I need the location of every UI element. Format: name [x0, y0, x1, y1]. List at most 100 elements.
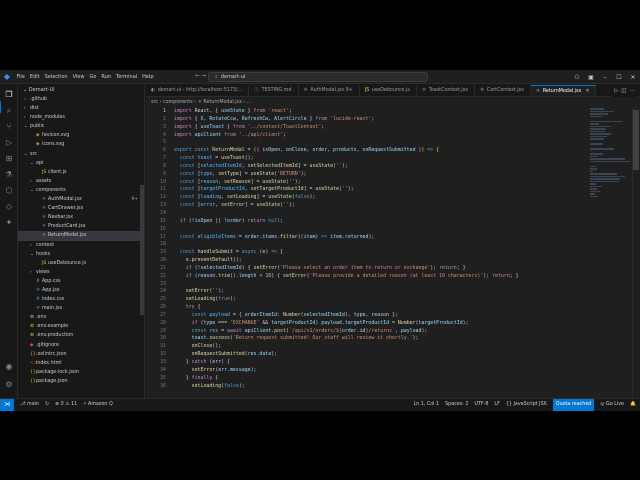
run-debug-icon[interactable]: ▷	[3, 137, 15, 149]
chat-icon[interactable]: ✦	[3, 217, 15, 229]
tree-item[interactable]: # index.css	[18, 295, 144, 304]
gear-icon[interactable]: ⚙	[3, 379, 15, 391]
tree-item[interactable]: › dist	[18, 104, 144, 113]
tree-item[interactable]: ⚙ .env	[18, 313, 144, 322]
editor-tab[interactable]: JS useDebounce.js	[360, 85, 417, 96]
menu-terminal[interactable]: Terminal	[114, 70, 140, 84]
editor-scrollbar[interactable]	[632, 108, 640, 398]
minimize-button[interactable]: –	[598, 74, 612, 81]
tree-item[interactable]: ⌄ components	[18, 186, 144, 195]
breadcrumb[interactable]: src › components › ⚛ ReturnModal.jsx › .…	[151, 98, 251, 107]
tree-item[interactable]: ⚛ Navbar.jsx	[18, 213, 144, 222]
menu-run[interactable]: Run	[99, 70, 114, 84]
tree-item[interactable]: ⚙ .env.example	[18, 322, 144, 331]
editor-tab[interactable]: ⓘ TESTING.md	[249, 85, 299, 96]
tree-item[interactable]: {}package-lock.json	[18, 368, 144, 377]
editor-tab[interactable]: ⚛ ReturnModal.jsx ✕	[531, 85, 597, 97]
code-line: 15 if (!isOpen || !order) return null;	[146, 218, 590, 226]
line-number: 2	[163, 115, 166, 122]
code-text: const handleSubmit = async (e) => {	[179, 249, 283, 256]
close-button[interactable]: ✕	[626, 74, 640, 81]
more-icon[interactable]: ⋯	[630, 88, 639, 94]
nav-arrows-icon[interactable]: ← →	[195, 73, 206, 79]
amazon-q-status[interactable]: ⚡ Amazon Q	[83, 399, 113, 411]
encoding-status[interactable]: UTF-8	[474, 399, 488, 411]
menu-help[interactable]: Help	[140, 70, 156, 84]
tree-item-label: ReturnModal.jsx	[48, 233, 87, 239]
cursor-position[interactable]: Ln 1, Col 1	[414, 399, 440, 411]
eol-status[interactable]: LF	[494, 399, 499, 411]
tree-item[interactable]: JS client.js	[18, 168, 144, 177]
problems-status[interactable]: ⊗ 0 ⚠ 11	[55, 399, 77, 411]
search-icon[interactable]: ⌕	[3, 105, 15, 117]
split-editor-icon[interactable]: ◫	[621, 88, 629, 94]
layout-icon[interactable]: ▣	[584, 74, 598, 81]
editor-tab[interactable]: ⚛ AuthModal.jsx 9+	[299, 85, 360, 96]
tree-item[interactable]: ⚙ .env.production	[18, 331, 144, 340]
tree-item[interactable]: JS useDebounce.js	[18, 259, 144, 268]
tree-item[interactable]: ⌄ src	[18, 150, 144, 159]
tree-item[interactable]: ◈ icons.svg	[18, 140, 144, 149]
editor-tab[interactable]: ◐ demart-ui - http://localhost:5173/...	[146, 85, 250, 96]
testing-icon[interactable]: ⚗	[3, 169, 15, 181]
tree-item[interactable]: ◆ .gitignore	[18, 341, 144, 350]
sidebar-scrollbar[interactable]	[140, 185, 144, 315]
line-number: 21	[160, 264, 166, 271]
extensions-icon[interactable]: ⊞	[3, 153, 15, 165]
scroll-thumb[interactable]	[633, 110, 639, 170]
tree-item[interactable]: ⚛ AuthModal.jsx 9+	[18, 195, 144, 204]
tree-item[interactable]: ⌄ public	[18, 122, 144, 131]
menu-go[interactable]: Go	[87, 70, 99, 84]
menu-edit[interactable]: Edit	[27, 70, 42, 84]
source-control-icon[interactable]: ⑂	[3, 121, 15, 133]
sync-icon[interactable]: ↻	[45, 399, 49, 411]
account-icon[interactable]: ◉	[3, 361, 15, 373]
tree-item[interactable]: {}.oxlintrc.json	[18, 350, 144, 359]
remote-indicator-icon[interactable]: ⋊	[0, 399, 14, 411]
code-text: export const ReturnModal = ({ isOpen, on…	[174, 147, 440, 154]
indentation-status[interactable]: Spaces: 2	[445, 399, 468, 411]
quota-badge[interactable]: Quota reached	[552, 399, 595, 411]
code-line: 21 if (!selectedItemId) { setError('Plea…	[146, 265, 590, 273]
tree-item[interactable]: ⌄ api	[18, 159, 144, 168]
tree-item[interactable]: › .github	[18, 95, 144, 104]
tree-item[interactable]: ⚛ ProductCard.jsx	[18, 222, 144, 231]
go-live-button[interactable]: ◎ Go Live	[600, 399, 624, 411]
tree-item[interactable]: ◈ favicon.svg	[18, 131, 144, 140]
copilot-icon[interactable]: ⚇	[570, 74, 584, 81]
editor-tab[interactable]: ⚛ CartContext.jsx	[475, 85, 531, 96]
tree-item[interactable]: {}package.json	[18, 377, 144, 386]
close-icon[interactable]: ✕	[585, 86, 589, 97]
amazon-q-icon[interactable]: ◇	[3, 201, 15, 213]
tree-item[interactable]: › context	[18, 241, 144, 250]
code-line: 16	[146, 226, 590, 234]
code-text: setError(err.message);	[191, 366, 257, 373]
code-line: 10 const [reason, setReason] = useState(…	[146, 179, 590, 187]
tree-item[interactable]: ⚛ App.jsx	[18, 286, 144, 295]
menu-file[interactable]: File	[14, 70, 27, 84]
explorer-icon[interactable]: ❐	[3, 89, 15, 101]
title-bar: ◆ File Edit Selection View Go Run Terminal Help…	[0, 70, 640, 84]
tree-item[interactable]: <>index.html	[18, 359, 144, 368]
tree-item[interactable]: ⚛ ReturnModal.jsx	[18, 231, 144, 241]
menu-selection[interactable]: Selection	[42, 70, 70, 84]
tree-item[interactable]: ⌄ hooks	[18, 250, 144, 259]
tree-item[interactable]: › assets	[18, 177, 144, 186]
editor-tab[interactable]: ⚛ ToastContext.jsx	[417, 85, 476, 96]
notifications-bell-icon[interactable]: 🔔	[630, 399, 636, 411]
explorer-root[interactable]: ⌄ Demart-UI	[18, 85, 144, 95]
language-mode[interactable]: {} JavaScript JSX	[506, 399, 547, 411]
maximize-button[interactable]: ☐	[612, 74, 626, 81]
remote-explorer-icon[interactable]: ⬡	[3, 185, 15, 197]
tree-item[interactable]: ⚛ main.jsx	[18, 304, 144, 313]
code-view[interactable]: 1 import React, { useState } from 'react'…	[146, 108, 590, 398]
tree-item[interactable]: # App.css	[18, 277, 144, 286]
minimap[interactable]	[590, 108, 630, 308]
branch-status[interactable]: ⎇ main	[20, 399, 39, 411]
menu-view[interactable]: View	[70, 70, 87, 84]
tree-item[interactable]: ⚛ CartDrawer.jsx	[18, 204, 144, 213]
command-center-search[interactable]: ⌕ demart-ui	[208, 72, 428, 82]
minimap-line	[590, 135, 607, 137]
tree-item[interactable]: › node_modules	[18, 113, 144, 122]
tree-item[interactable]: › views	[18, 268, 144, 277]
